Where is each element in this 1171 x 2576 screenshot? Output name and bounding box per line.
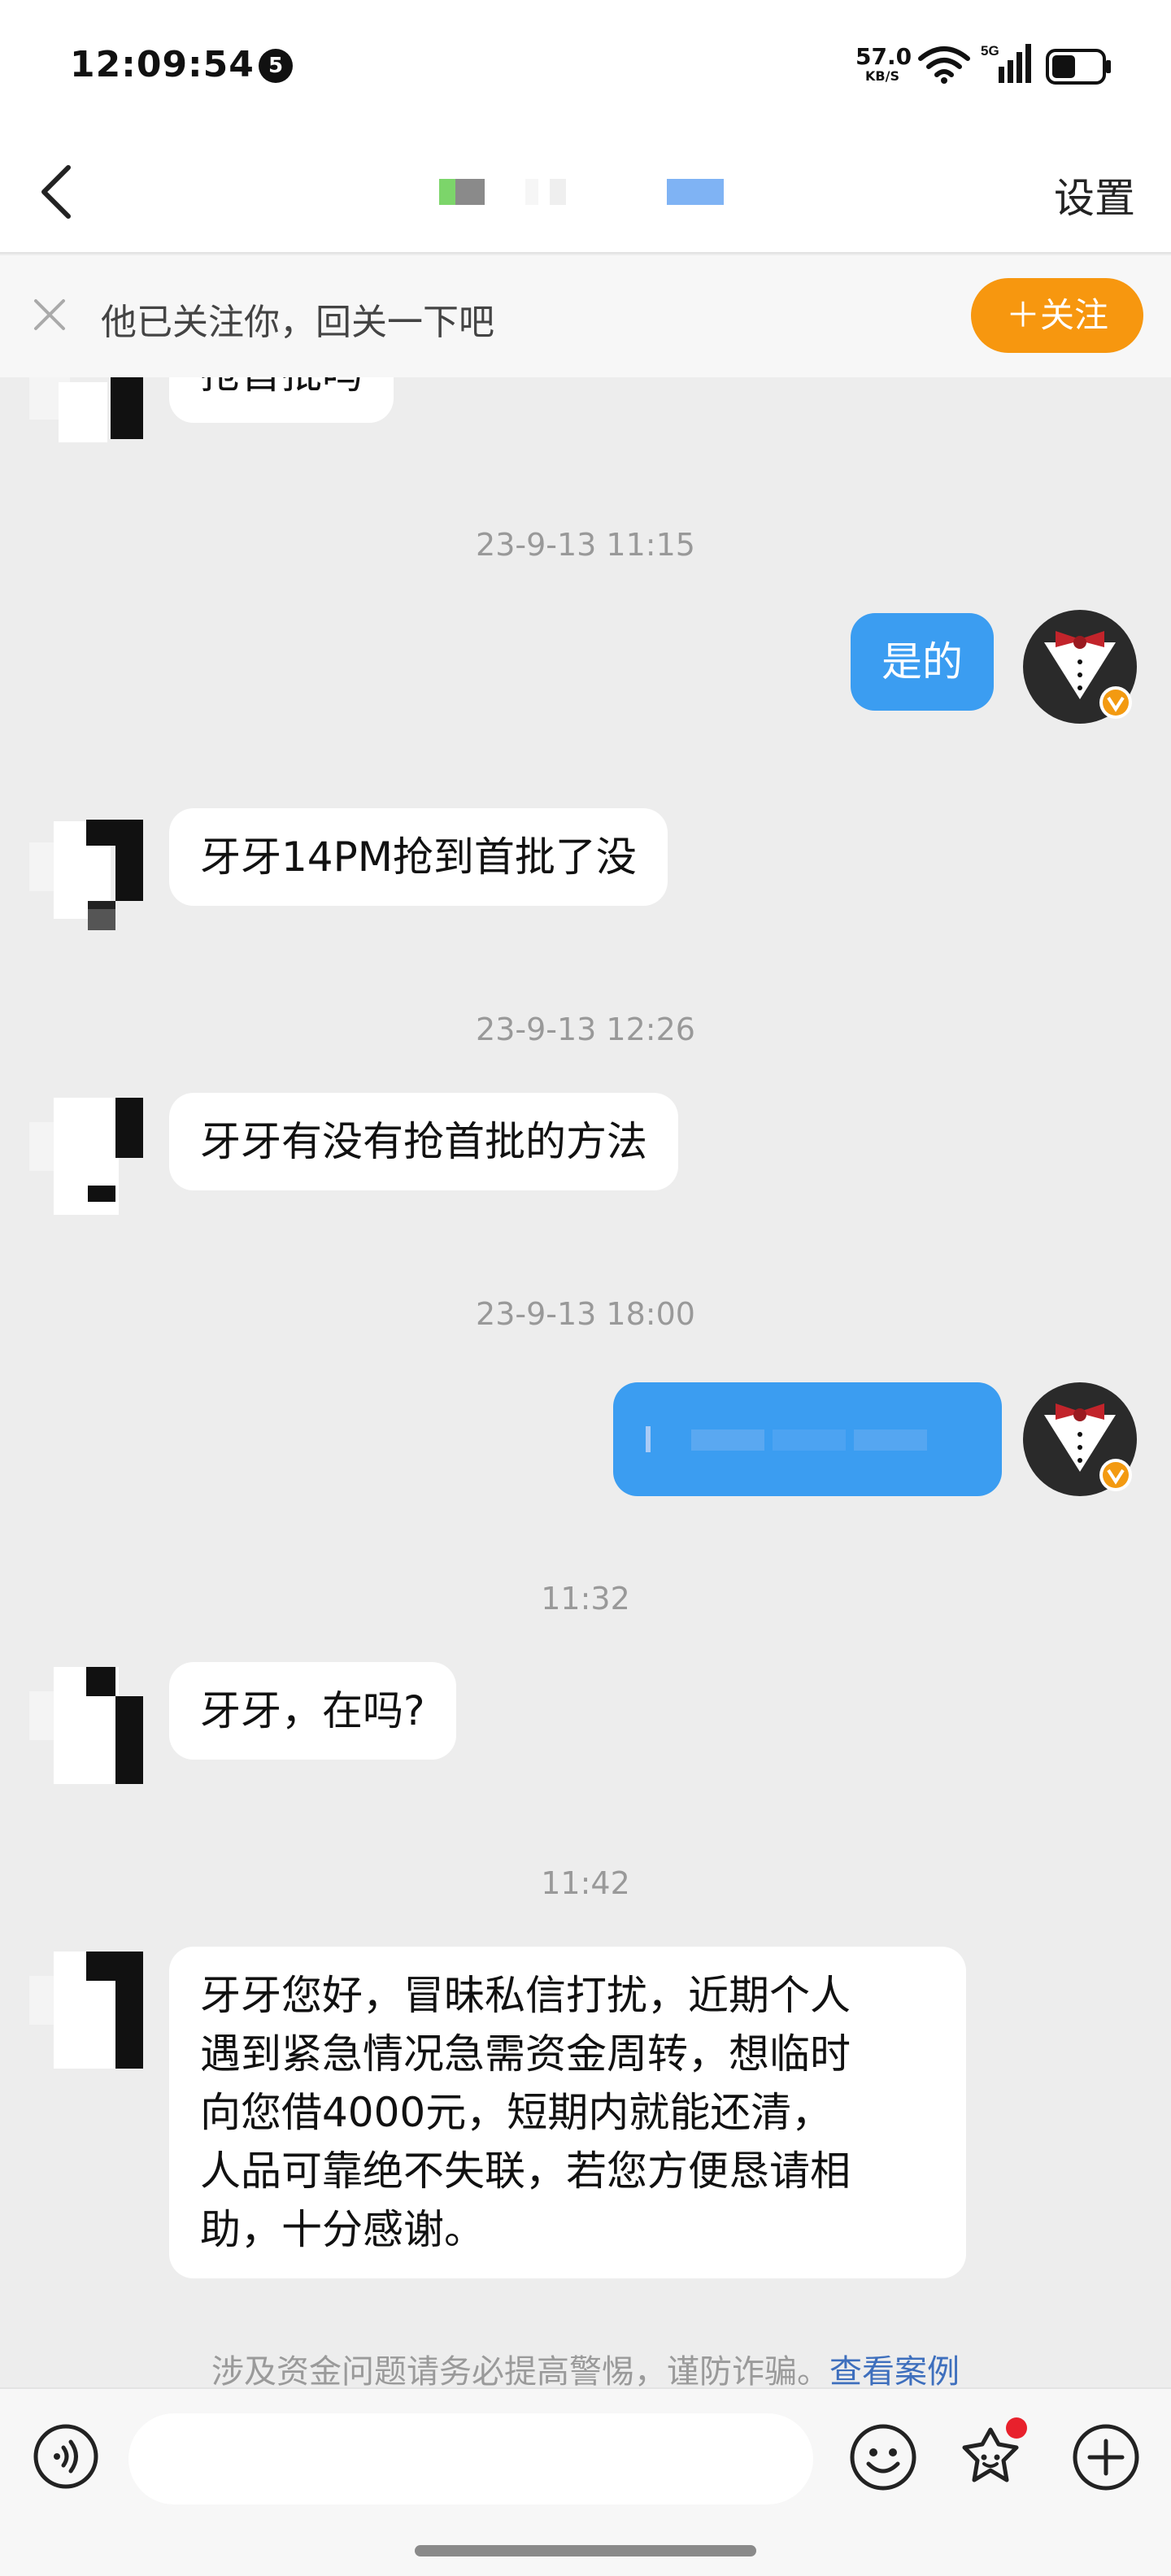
network-speed: 57.0 KB/S [855,43,912,84]
message-input[interactable] [128,2413,813,2504]
avatar[interactable] [29,813,146,930]
message-line: 助，十分感谢。 [200,2206,485,2253]
avatar[interactable] [29,1098,146,1215]
message-bubble-incoming[interactable]: 牙牙14PM抢到首批了没 [169,808,668,906]
notification-badge: 5 [259,49,293,83]
message-input-bar [0,2387,1171,2576]
network-speed-unit: KB/S [865,68,899,84]
status-bar: 12:09:54 5 57.0 KB/S 5G [0,0,1171,130]
settings-button[interactable]: 设置 [1054,166,1135,224]
message-line: 牙牙您好，冒昧私信打扰，近期个人 [200,1972,851,2019]
voice-icon[interactable] [33,2423,99,2490]
message-bubble-incoming[interactable]: 牙牙，在吗? [169,1662,456,1760]
avatar[interactable] [29,1952,146,2069]
network-speed-value: 57.0 [855,43,912,70]
follow-prompt-text: 他已关注你，回关一下吧 [101,302,494,343]
message-timestamp: 11:32 [541,1581,630,1617]
signal-icon: 5G [981,43,1031,83]
message-line: 向您借4000元，短期内就能还清， [200,2089,833,2136]
close-icon[interactable] [29,294,70,335]
home-indicator[interactable] [415,2545,756,2556]
avatar[interactable] [29,1667,146,1784]
message-timestamp: 23-9-13 12:26 [476,1012,695,1047]
chat-header: 设置 [0,130,1171,254]
network-type-label: 5G [981,43,999,59]
wifi-icon [918,46,970,84]
emoji-icon[interactable] [849,2423,917,2491]
user-avatar[interactable] [1023,1382,1137,1496]
status-time: 12:09:54 [70,44,255,85]
message-timestamp: 23-9-13 18:00 [476,1296,695,1332]
message-bubble-incoming[interactable]: 牙牙您好，冒昧私信打扰，近期个人 遇到紧急情况急需资金周转，想临时 向您借400… [169,1947,966,2278]
user-avatar[interactable] [1023,610,1137,724]
message-timestamp: 11:42 [541,1865,630,1901]
message-line: 遇到紧急情况急需资金周转，想临时 [200,2030,851,2078]
avatar[interactable] [29,377,146,442]
message-bubble-incoming[interactable]: 抢首批吗 [169,377,394,423]
sticker-icon[interactable] [958,2417,1033,2495]
follow-button[interactable]: ＋关注 [971,278,1143,353]
message-line: 人品可靠绝不失联，若您方便恳请相 [200,2147,851,2195]
message-bubble-incoming[interactable]: 牙牙有没有抢首批的方法 [169,1093,678,1190]
chat-title-pixelated [439,179,724,205]
message-timestamp: 23-9-13 11:15 [476,527,695,563]
plus-icon[interactable] [1072,2423,1140,2491]
view-cases-link[interactable]: 查看案例 [829,2353,960,2387]
battery-icon [1046,49,1111,85]
chat-messages: 抢首批吗 23-9-13 11:15 是的 牙牙14PM抢到首批了没 23-9-… [0,377,1171,2387]
message-bubble-outgoing[interactable]: 是的 [851,613,994,711]
redacted-message-content [646,1426,927,1452]
fraud-warning-text: 涉及资金问题请务必提高警惕，谨防诈骗。 [211,2353,829,2387]
chevron-left-icon[interactable] [36,163,81,221]
fraud-warning: 涉及资金问题请务必提高警惕，谨防诈骗。查看案例 [0,2345,1171,2387]
follow-banner: 他已关注你，回关一下吧 ＋关注 [0,255,1171,377]
